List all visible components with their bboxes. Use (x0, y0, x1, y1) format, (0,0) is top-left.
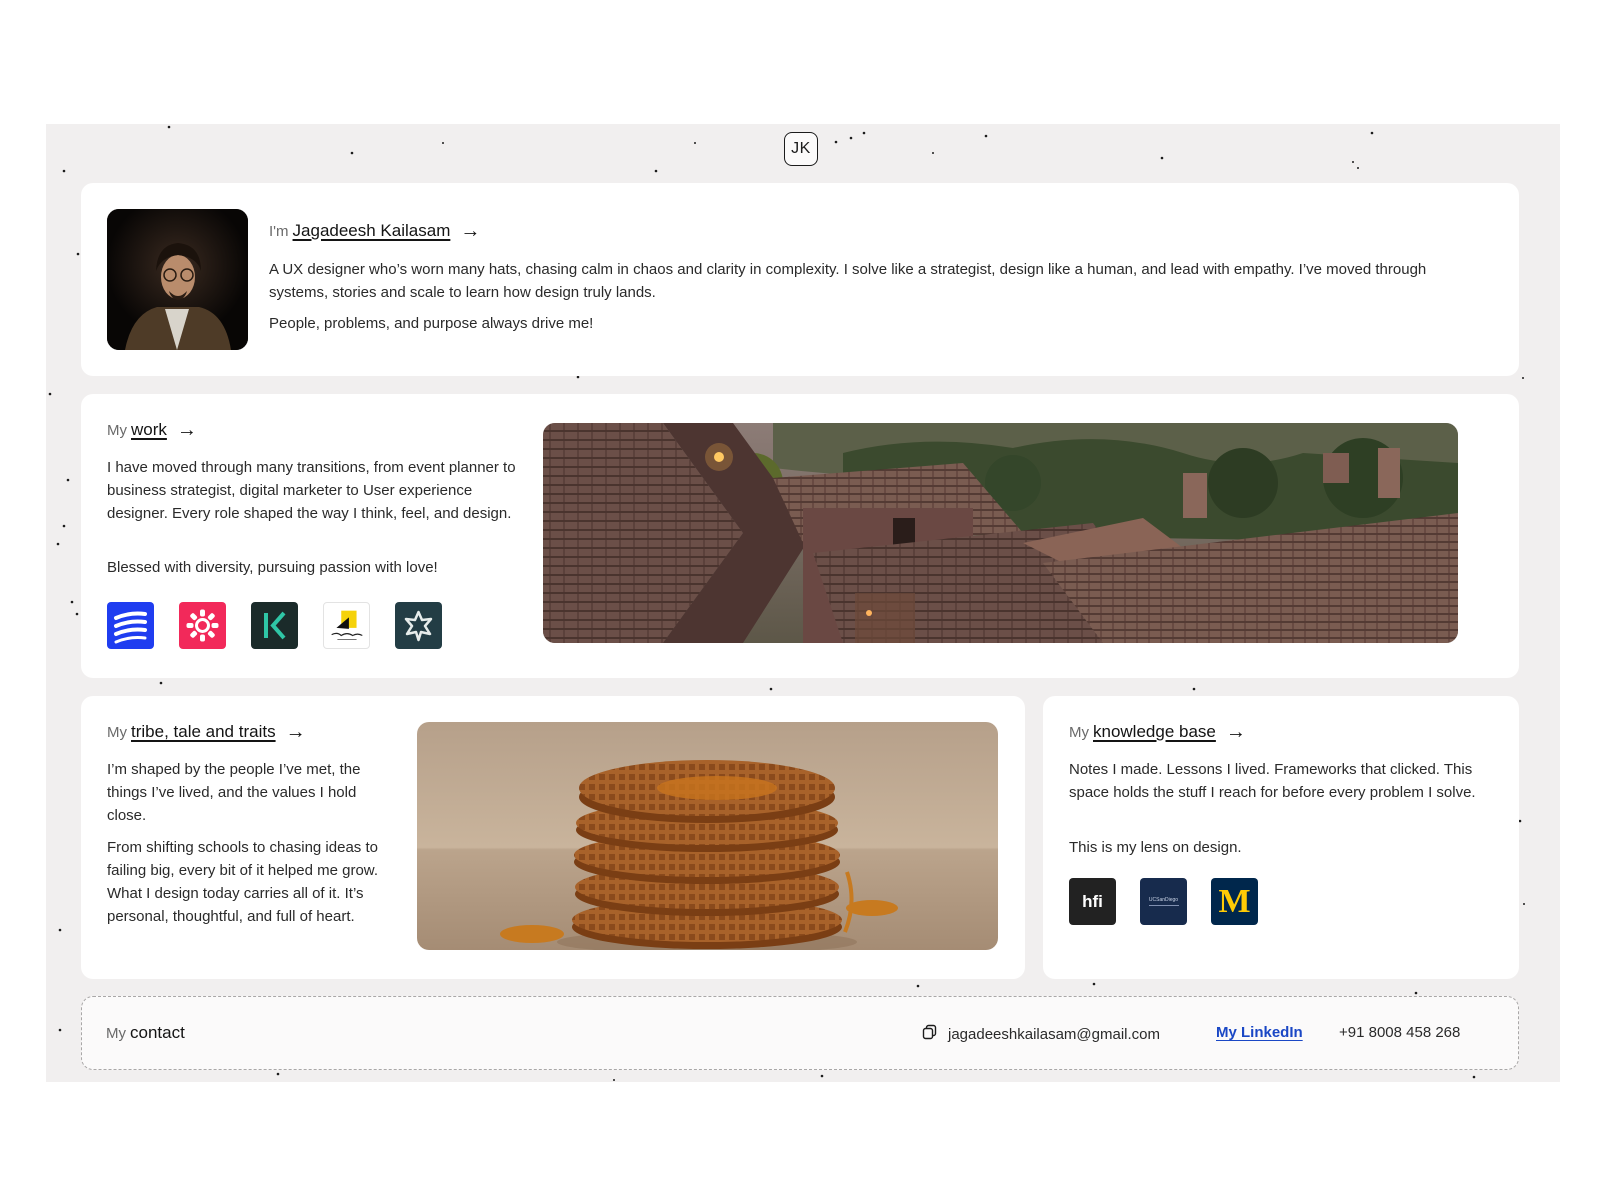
tribe-body-2: From shifting schools to chasing ideas t… (107, 839, 378, 925)
arrow-right-icon[interactable]: → (1226, 722, 1246, 742)
sun-burst-icon[interactable] (179, 602, 226, 649)
intro-tagline: People, problems, and purpose always dri… (269, 315, 594, 332)
contact-phone[interactable]: +91 8008 458 268 (1339, 1024, 1460, 1041)
knowledge-heading: My knowledge base → (1069, 722, 1246, 742)
work-card: My work → I have moved through many tran… (81, 394, 1519, 678)
arrow-right-icon[interactable]: → (177, 420, 197, 440)
contact-title: contact (130, 1023, 185, 1042)
knowledge-logos: hfi UCSanDiego M (1069, 878, 1258, 925)
tribe-body-1: I’m shaped by the people I’ve met, the t… (107, 761, 361, 824)
michigan-logo-icon[interactable]: M (1211, 878, 1258, 925)
knowledge-prefix: My (1069, 723, 1089, 741)
email-copy-item[interactable]: jagadeeshkailasam@gmail.com (922, 1024, 1160, 1044)
contact-email[interactable]: jagadeeshkailasam@gmail.com (948, 1026, 1160, 1043)
knowledge-body-2: This is my lens on design. (1069, 839, 1242, 856)
waffles-photo (417, 722, 998, 950)
work-link[interactable]: work (131, 420, 167, 440)
flower-icon[interactable] (395, 602, 442, 649)
work-prefix: My (107, 421, 127, 439)
contact-prefix: My (106, 1024, 126, 1042)
knowledge-link[interactable]: knowledge base (1093, 722, 1216, 742)
intro-card: I'm Jagadeesh Kailasam → A UX designer w… (81, 183, 1519, 376)
intro-prefix: I'm (269, 222, 289, 240)
work-logos (107, 602, 442, 649)
tribe-link[interactable]: tribe, tale and traits (131, 722, 276, 742)
copy-icon[interactable] (922, 1024, 938, 1044)
yellow-book-icon[interactable] (323, 602, 370, 649)
hfi-logo-icon[interactable]: hfi (1069, 878, 1116, 925)
work-tagline: Blessed with diversity, pursuing passion… (107, 559, 438, 576)
ucsd-logo-icon[interactable]: UCSanDiego (1140, 878, 1187, 925)
tribe-prefix: My (107, 723, 127, 741)
knowledge-body-1: Notes I made. Lessons I lived. Framework… (1069, 761, 1476, 801)
intro-heading: I'm Jagadeesh Kailasam → (269, 221, 480, 241)
arrow-right-icon[interactable]: → (286, 722, 306, 742)
rooftops-photo (543, 423, 1458, 643)
k-letter-icon[interactable] (251, 602, 298, 649)
intro-name-link[interactable]: Jagadeesh Kailasam (293, 221, 451, 241)
contact-heading: My contact (106, 1023, 185, 1043)
work-heading: My work → (107, 420, 197, 440)
page-canvas: JK I'm Jagadeesh Kailasam → A UX designe… (46, 124, 1560, 1082)
tribe-heading: My tribe, tale and traits → (107, 722, 306, 742)
site-logo[interactable]: JK (784, 132, 818, 166)
ucsd-logo-label: UCSanDiego (1148, 897, 1179, 903)
knowledge-card: My knowledge base → Notes I made. Lesson… (1043, 696, 1519, 979)
arrow-right-icon[interactable]: → (460, 221, 480, 241)
work-body: I have moved through many transitions, f… (107, 459, 516, 522)
stacked-lines-icon[interactable] (107, 602, 154, 649)
avatar (107, 209, 248, 350)
intro-bio: A UX designer who’s worn many hats, chas… (269, 261, 1427, 301)
contact-card: My contact jagadeeshkailasam@gmail.com M… (81, 996, 1519, 1070)
linkedin-link[interactable]: My LinkedIn (1216, 1024, 1303, 1041)
tribe-card: My tribe, tale and traits → I’m shaped b… (81, 696, 1025, 979)
